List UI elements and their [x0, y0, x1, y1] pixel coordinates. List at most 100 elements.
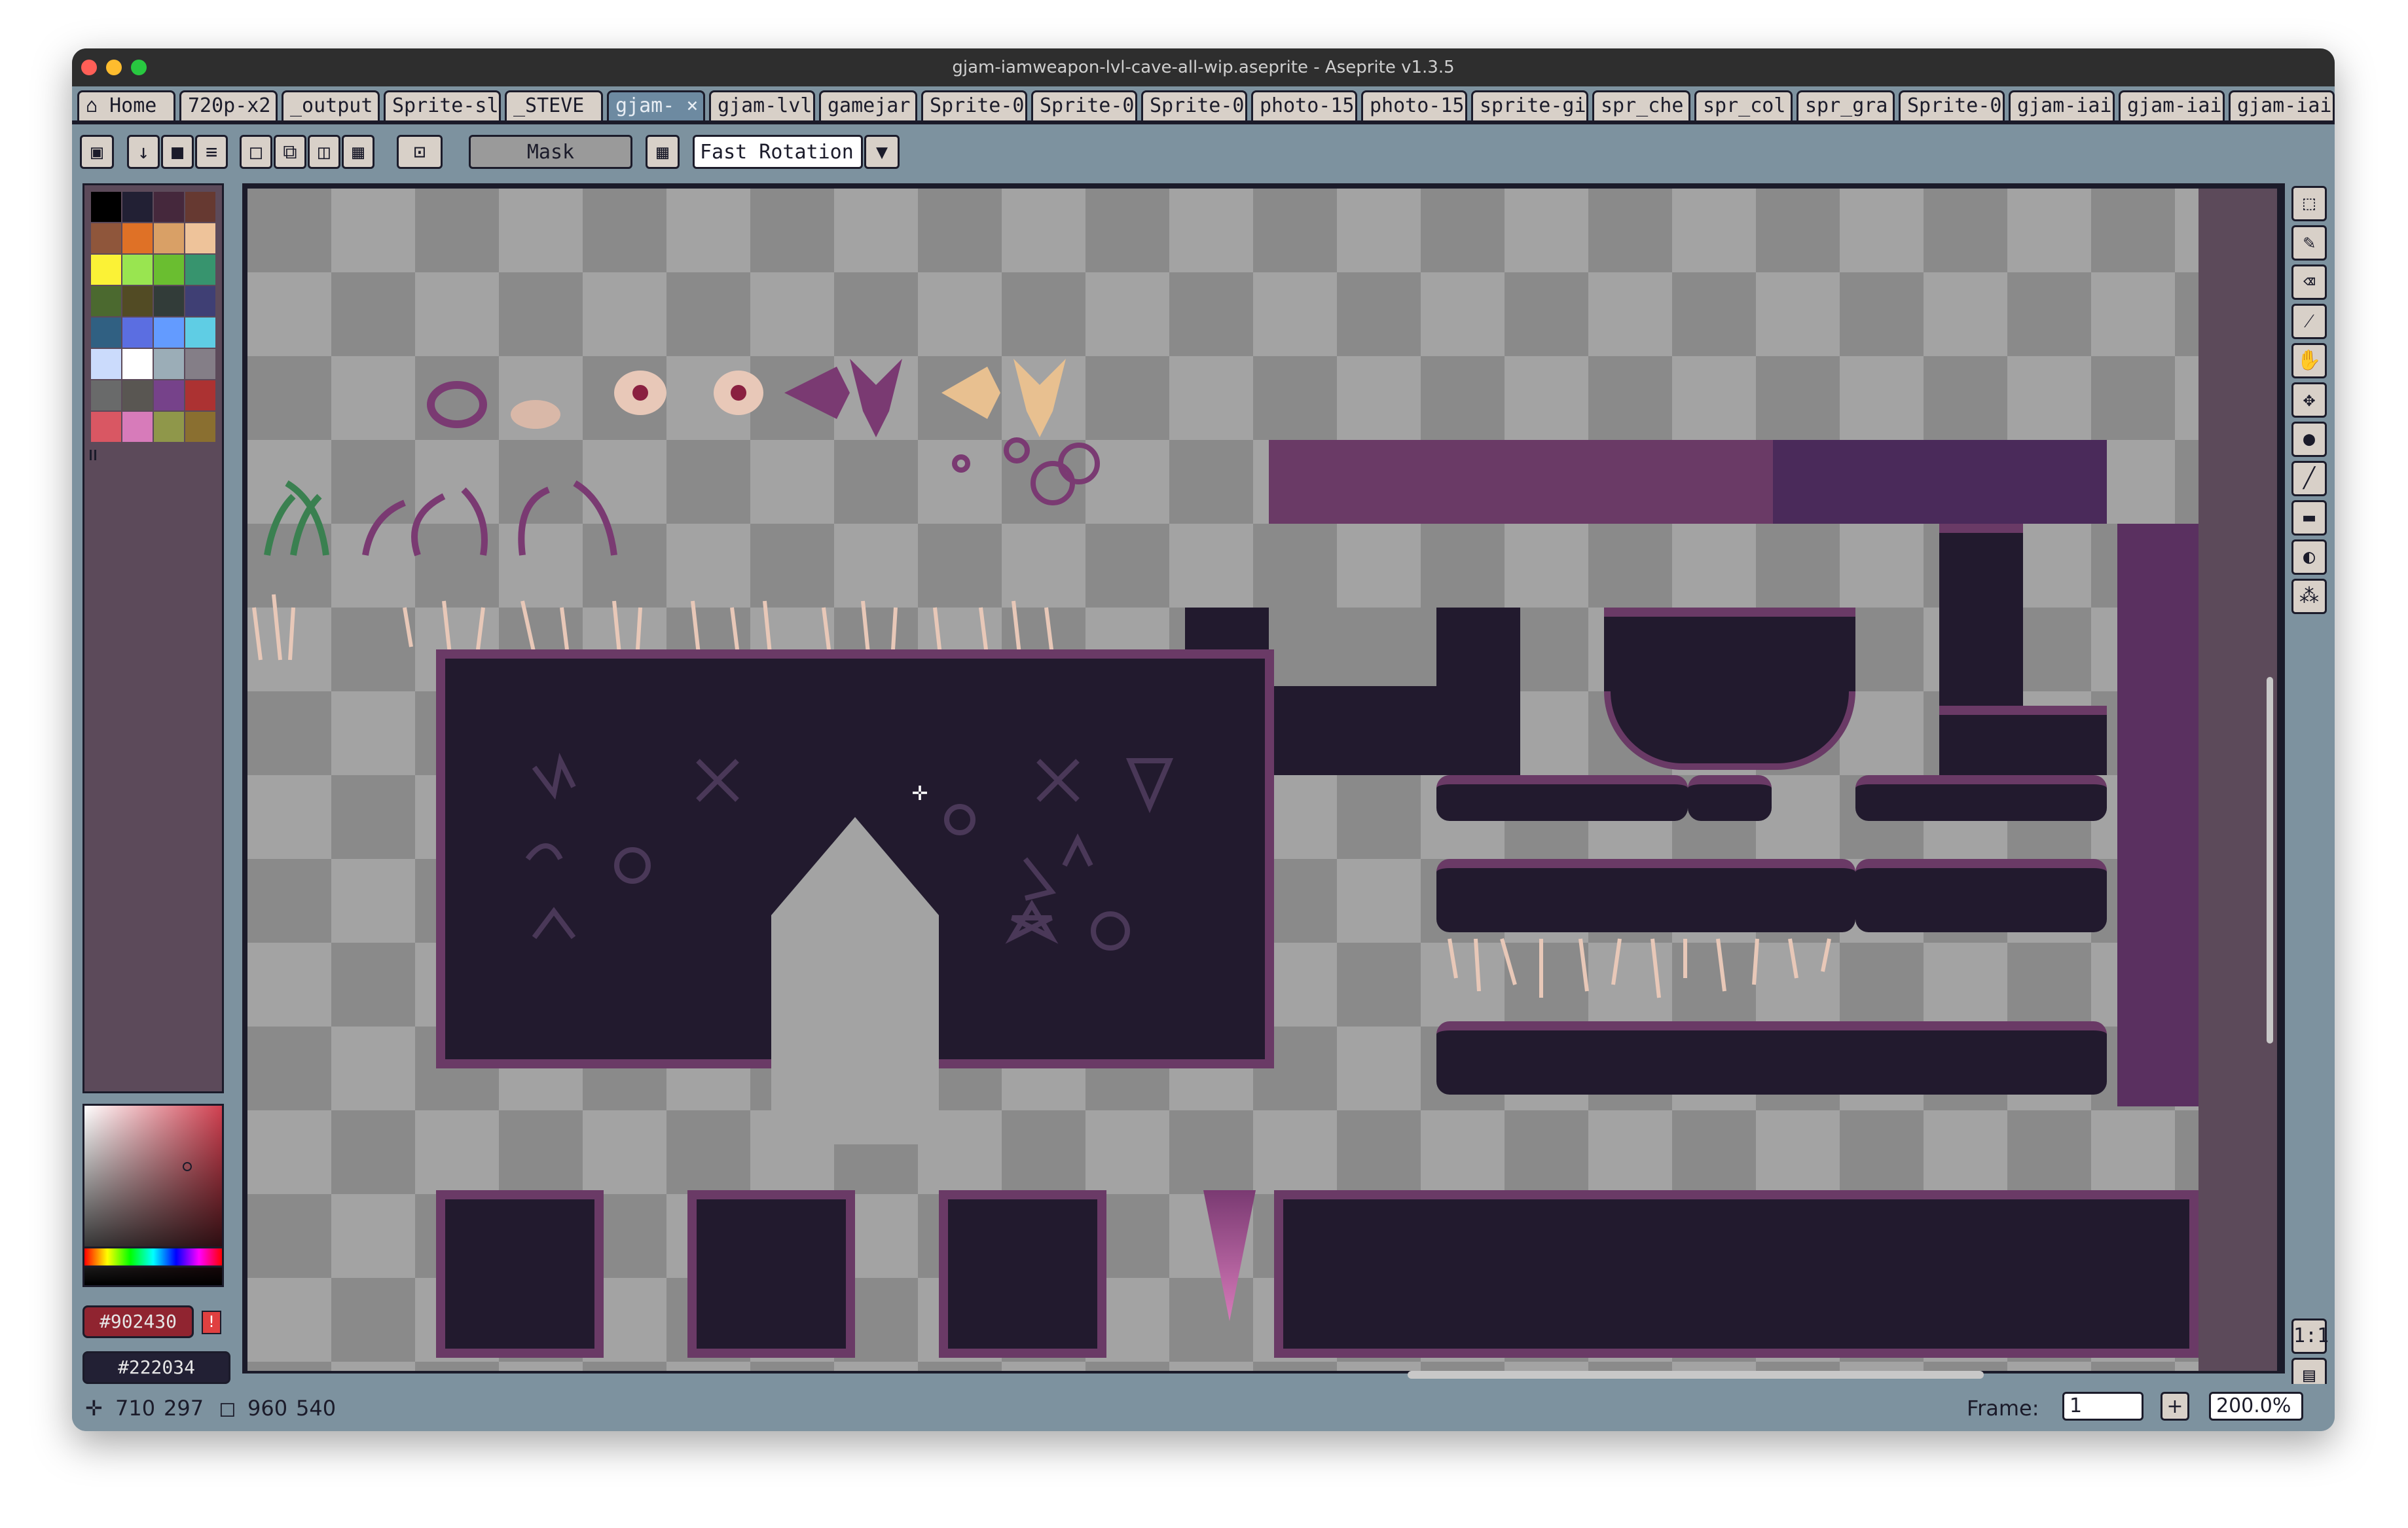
grid-icon[interactable]: ▦ [646, 135, 680, 169]
hand-icon[interactable]: ✋ [2291, 343, 2327, 378]
move-icon[interactable]: ✥ [2291, 382, 2327, 418]
palette-resize-handle[interactable] [90, 450, 96, 460]
rectangle-icon[interactable]: ▬ [2291, 500, 2327, 536]
palette-swatch[interactable] [91, 318, 121, 348]
sprite-pillar [2117, 524, 2198, 1106]
tab-home[interactable]: ⌂ Home [77, 90, 175, 120]
tab-document[interactable]: spr_gra [1797, 90, 1895, 120]
palette-swatch[interactable] [122, 192, 153, 222]
tab-document[interactable]: gjam-iai [2119, 90, 2225, 120]
zoom-window-button[interactable] [131, 60, 147, 75]
tab-active-document[interactable]: gjam- × [607, 90, 705, 120]
square-icon[interactable]: ■ [161, 135, 194, 169]
tab-document[interactable]: Sprite-sl [384, 90, 501, 120]
palette-swatch[interactable] [91, 255, 121, 285]
chevron-down-icon[interactable]: ▼ [864, 135, 900, 169]
foreground-color-button[interactable]: #902430 [82, 1305, 194, 1338]
pencil-icon[interactable]: ✎ [2291, 225, 2327, 261]
palette-swatch[interactable] [122, 318, 153, 348]
tab-document[interactable]: Sprite-0 [921, 90, 1027, 120]
tab-document[interactable]: gjam-iai [2009, 90, 2115, 120]
app-window: gjam-iamweapon-lvl-cave-all-wip.aseprite… [72, 48, 2335, 1431]
palette-swatch[interactable] [154, 255, 184, 285]
rectangular-marquee-icon[interactable]: ⬚ [2291, 186, 2327, 221]
blur-icon[interactable]: ⁂ [2291, 579, 2327, 614]
palette-swatch[interactable] [154, 223, 184, 253]
background-color-button[interactable]: #222034 [82, 1351, 230, 1384]
palette-swatch[interactable] [185, 192, 215, 222]
horizontal-scrollbar[interactable] [1408, 1371, 1984, 1379]
palette-swatch[interactable] [91, 192, 121, 222]
contour-icon[interactable]: ◐ [2291, 539, 2327, 575]
eyedropper-icon[interactable]: ⁄ [2291, 304, 2327, 339]
eraser-icon[interactable]: ⌫ [2291, 264, 2327, 300]
palette-swatch[interactable] [185, 286, 215, 316]
tab-document[interactable]: spr_col [1694, 90, 1793, 120]
palette-swatch[interactable] [185, 380, 215, 410]
move-down-icon[interactable]: ↓ [127, 135, 160, 169]
sprite-canvas[interactable]: ✛ [247, 189, 2198, 1371]
canvas-margin [2198, 189, 2277, 1371]
palette-swatch[interactable] [185, 223, 215, 253]
palette-swatch[interactable] [122, 380, 153, 410]
palette-swatch[interactable] [154, 349, 184, 379]
palette-swatch[interactable] [154, 286, 184, 316]
palette-swatch[interactable] [154, 412, 184, 442]
tab-document[interactable]: Sprite-0 [1031, 90, 1137, 120]
vertical-scrollbar[interactable] [2267, 677, 2273, 1044]
add-frame-icon[interactable]: + [2161, 1392, 2189, 1421]
tab-document[interactable]: 720p-x2 [179, 90, 278, 120]
tab-document[interactable]: Sprite-0 [1141, 90, 1247, 120]
mask-color-button[interactable]: Mask [469, 135, 632, 169]
tab-document[interactable]: spr_che [1592, 90, 1690, 120]
zoom-input[interactable]: 200.0% [2209, 1392, 2303, 1421]
tab-document[interactable]: photo-15 [1251, 90, 1357, 120]
frame-label: Frame: [1967, 1396, 2039, 1421]
minimize-window-button[interactable] [106, 60, 122, 75]
tab-document[interactable]: gamejar [819, 90, 917, 120]
palette-swatch[interactable] [91, 380, 121, 410]
lock-icon[interactable]: ▣ [80, 135, 114, 169]
palette-swatch[interactable] [91, 223, 121, 253]
tab-document[interactable]: gjam-lvl [709, 90, 815, 120]
transparent-mask-icon[interactable]: ⊡ [397, 135, 443, 169]
tab-document[interactable]: gjam-iai [2229, 90, 2335, 120]
sprite-editor[interactable]: ✛ [242, 183, 2285, 1373]
close-window-button[interactable] [81, 60, 97, 75]
selection-intersect-icon[interactable]: ▦ [342, 135, 374, 169]
selection-replace-icon[interactable]: □ [240, 135, 272, 169]
palette-swatch[interactable] [91, 412, 121, 442]
tab-document[interactable]: photo-15 [1361, 90, 1467, 120]
tool-bar: ⬚ ✎ ⌫ ⁄ ✋ ✥ ● ╱ ▬ ◐ ⁂ 1:1 ▤ [2288, 183, 2329, 1393]
palette-swatch[interactable] [122, 286, 153, 316]
frame-input[interactable]: 1 [2062, 1392, 2143, 1421]
tab-close-icon[interactable]: × [686, 94, 698, 117]
selection-subtract-icon[interactable]: ◫ [308, 135, 340, 169]
palette-swatch[interactable] [154, 318, 184, 348]
line-icon[interactable]: ╱ [2291, 461, 2327, 496]
palette-swatch[interactable] [185, 318, 215, 348]
cursor-y: 297 [164, 1396, 204, 1421]
hue-slider[interactable] [82, 1246, 224, 1267]
palette-swatch[interactable] [154, 192, 184, 222]
palette-swatch[interactable] [91, 349, 121, 379]
tab-document[interactable]: Sprite-0 [1899, 90, 2005, 120]
palette-swatch[interactable] [122, 223, 153, 253]
warning-icon[interactable]: ! [202, 1311, 221, 1334]
paint-bucket-icon[interactable]: ● [2291, 422, 2327, 457]
palette-swatch[interactable] [122, 349, 153, 379]
selection-add-icon[interactable]: ⧉ [274, 135, 306, 169]
palette-swatch[interactable] [185, 412, 215, 442]
palette-swatch[interactable] [185, 349, 215, 379]
tab-document[interactable]: _output [282, 90, 380, 120]
palette-swatch[interactable] [122, 255, 153, 285]
palette-swatch[interactable] [122, 412, 153, 442]
palette-swatch[interactable] [91, 286, 121, 316]
tab-document[interactable]: _STEVE [505, 90, 603, 120]
tab-document[interactable]: sprite-gi [1471, 90, 1588, 120]
palette-swatch[interactable] [154, 380, 184, 410]
rotation-algorithm-select[interactable]: Fast Rotation [693, 135, 863, 169]
list-icon[interactable]: ≡ [195, 135, 228, 169]
palette-swatch[interactable] [185, 255, 215, 285]
actual-size-icon[interactable]: 1:1 [2291, 1319, 2329, 1354]
